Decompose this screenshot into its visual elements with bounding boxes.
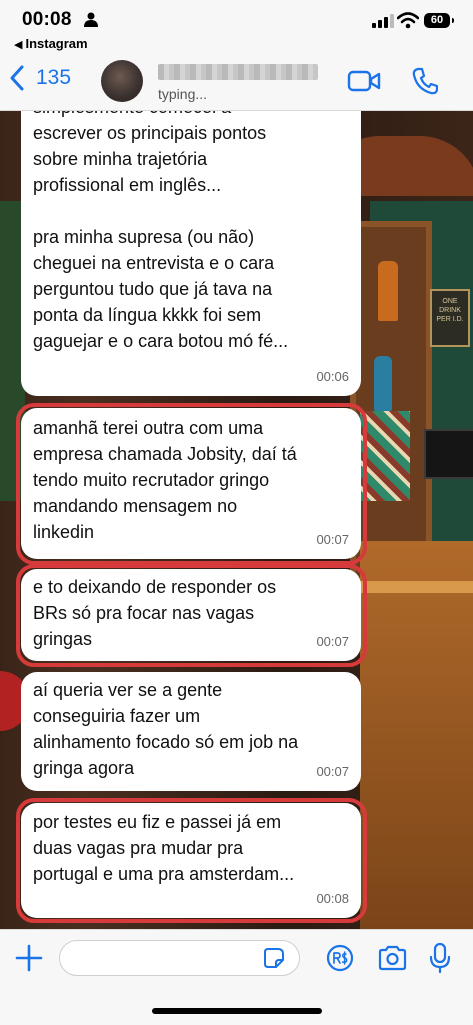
wallpaper-decoration: [360, 541, 473, 929]
chat-area[interactable]: ONE DRINK PER I.D. simplesmente comecei …: [0, 111, 473, 929]
phone-call-button[interactable]: [412, 67, 438, 95]
payment-icon[interactable]: [326, 944, 354, 972]
video-call-button[interactable]: [347, 69, 381, 93]
message-time: 00:08: [316, 891, 349, 906]
status-bar: 00:08 ◀ Instagram 60: [0, 0, 473, 55]
message-text: amanhã terei outra com uma empresa chama…: [33, 418, 297, 542]
person-icon: [84, 12, 98, 27]
back-arrow-icon: ◀: [14, 39, 23, 51]
input-bar: [0, 929, 473, 1025]
message-time: 00:07: [316, 764, 349, 779]
wifi-icon: [397, 12, 419, 29]
message-time: 00:07: [316, 634, 349, 649]
contact-avatar[interactable]: [101, 60, 143, 102]
wallpaper-decoration: [378, 261, 398, 321]
message-text: e to deixando de responder os BRs só pra…: [33, 577, 277, 649]
message-time: 00:07: [316, 532, 349, 547]
message-bubble[interactable]: simplesmente comecei a escrever os princ…: [21, 111, 361, 396]
message-time: 00:06: [316, 369, 349, 384]
back-app-label: Instagram: [25, 36, 88, 51]
message-text: aí queria ver se a gente conseguiria faz…: [33, 680, 299, 778]
message-bubble[interactable]: por testes eu fiz e passei já em duas va…: [21, 803, 361, 918]
message-bubble[interactable]: amanhã terei outra com uma empresa chama…: [21, 408, 361, 559]
camera-icon[interactable]: [377, 945, 408, 971]
chevron-left-icon: [10, 65, 24, 91]
battery-icon: 60: [424, 13, 454, 28]
signal-icon: [372, 14, 394, 28]
microphone-icon[interactable]: [428, 942, 452, 974]
wallpaper-decoration: [374, 356, 392, 411]
message-text: simplesmente comecei a escrever os princ…: [33, 111, 289, 351]
home-indicator[interactable]: [152, 1008, 322, 1014]
wallpaper-sign: ONE DRINK PER I.D.: [430, 289, 470, 347]
contact-name-redacted[interactable]: [158, 64, 318, 80]
status-time: 00:08: [22, 9, 72, 30]
chat-header: 135 typing...: [0, 55, 473, 111]
wallpaper-decoration: [360, 411, 410, 501]
message-bubble[interactable]: aí queria ver se a gente conseguiria faz…: [21, 672, 361, 791]
message-text: por testes eu fiz e passei já em duas va…: [33, 812, 295, 884]
unread-count: 135: [36, 66, 72, 89]
wallpaper-decoration: [360, 581, 473, 593]
plus-icon[interactable]: [14, 943, 44, 973]
back-button[interactable]: 135: [8, 65, 71, 91]
typing-status: typing...: [158, 86, 208, 102]
message-bubble[interactable]: e to deixando de responder os BRs só pra…: [21, 569, 361, 661]
sticker-icon[interactable]: [263, 947, 285, 969]
wallpaper-decoration: [424, 429, 473, 479]
back-to-app-link[interactable]: ◀ Instagram: [14, 36, 88, 51]
